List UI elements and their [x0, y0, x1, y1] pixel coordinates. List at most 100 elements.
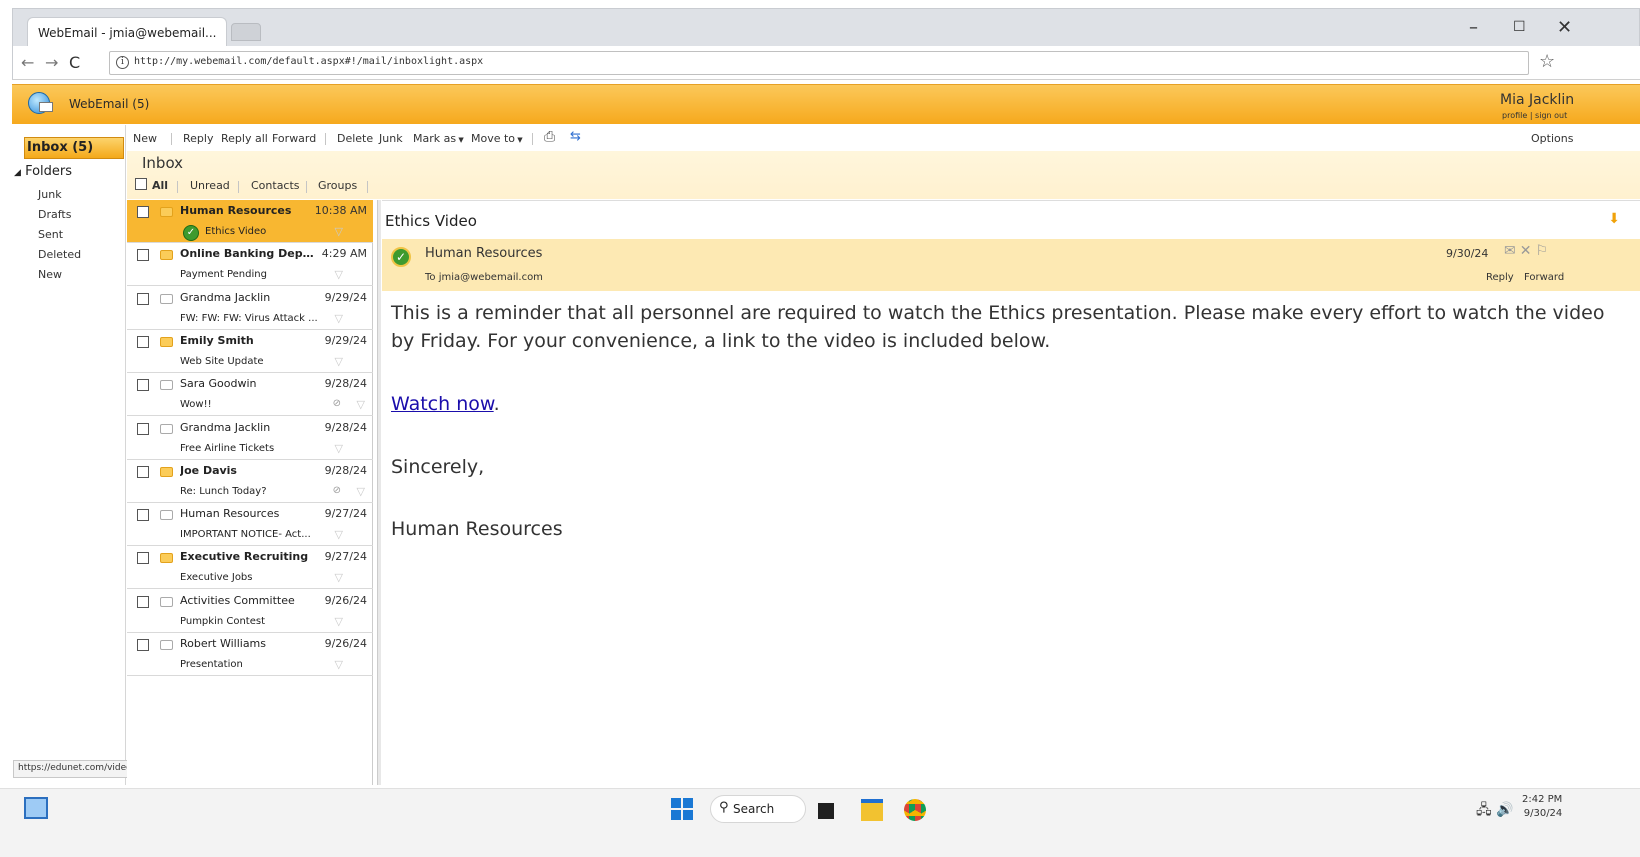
folder-junk[interactable]: Junk — [38, 188, 62, 201]
taskbar-search[interactable]: ⚲ Search — [710, 795, 806, 823]
message-checkbox[interactable] — [137, 292, 149, 305]
options-button[interactable]: Options — [1531, 132, 1573, 145]
folder-sent[interactable]: Sent — [38, 228, 63, 241]
flag-icon[interactable]: ▽ — [335, 658, 343, 671]
flag-icon[interactable]: ⚐ — [1535, 243, 1552, 259]
forward-button[interactable]: Forward — [272, 132, 316, 145]
message-header: ✓ Human Resources To jmia@webemail.com 9… — [382, 239, 1640, 291]
folder-new[interactable]: New — [38, 268, 62, 281]
folder-drafts[interactable]: Drafts — [38, 208, 71, 221]
reply-link[interactable]: Reply — [1486, 272, 1514, 283]
message-date: 9/29/24 — [324, 333, 367, 347]
profile-signout-links[interactable]: profile | sign out — [1502, 111, 1567, 120]
unread-envelope-icon — [160, 336, 173, 347]
maximize-icon[interactable]: ☐ — [1513, 19, 1526, 35]
message-sender: Joe Davis — [180, 463, 237, 477]
message-row[interactable]: Joe Davis 9/28/24 Re: Lunch Today? ⊘ ▽ — [127, 460, 373, 503]
app-taskview-icon[interactable] — [818, 803, 834, 819]
file-explorer-icon[interactable] — [861, 799, 883, 821]
message-to: To jmia@webemail.com — [425, 272, 543, 283]
chrome-icon[interactable] — [904, 799, 926, 821]
widgets-icon[interactable] — [24, 797, 48, 819]
filter-contacts[interactable]: Contacts — [251, 179, 300, 192]
message-row[interactable]: Online Banking Depart... 4:29 AM Payment P… — [127, 243, 373, 287]
message-checkbox[interactable] — [137, 465, 149, 478]
new-tab-button[interactable] — [231, 23, 261, 41]
envelope-icon — [39, 102, 53, 112]
back-icon[interactable]: ← — [21, 53, 34, 72]
folder-deleted[interactable]: Deleted — [38, 248, 81, 261]
flag-icon[interactable]: ▽ — [335, 571, 343, 584]
pane-splitter[interactable] — [377, 200, 381, 785]
reply-button[interactable]: Reply — [183, 132, 213, 145]
flag-icon[interactable]: ▽ — [357, 398, 365, 411]
message-row[interactable]: Grandma Jacklin 9/29/24 FW: FW: FW: Virus … — [127, 287, 373, 330]
message-date: 9/26/24 — [324, 637, 367, 650]
filter-all[interactable]: All — [152, 179, 168, 192]
message-row[interactable]: Executive Recruiting 9/27/24 Executive Job… — [127, 546, 373, 590]
message-subject: IMPORTANT NOTICE- Act... — [180, 529, 311, 541]
message-checkbox[interactable] — [137, 379, 149, 392]
flag-icon[interactable]: ▽ — [357, 485, 365, 498]
forward-link[interactable]: Forward — [1524, 272, 1564, 283]
message-checkbox[interactable] — [137, 249, 149, 262]
flag-icon[interactable]: ▽ — [335, 268, 343, 281]
message-checkbox[interactable] — [137, 422, 149, 435]
flag-icon[interactable]: ▽ — [335, 442, 343, 455]
message-date: 10:38 AM — [314, 204, 367, 217]
network-volume-icon[interactable]: 🖧 🔊 — [1476, 799, 1514, 823]
collapse-triangle-icon[interactable]: ◢ — [14, 168, 21, 178]
select-all-checkbox[interactable] — [135, 178, 147, 190]
message-sender: Online Banking Depart... — [180, 247, 316, 261]
message-row[interactable]: Activities Committee 9/26/24 Pumpkin Conte… — [127, 590, 373, 633]
message-row[interactable]: Emily Smith 9/29/24 Web Site Update ▽ — [127, 330, 373, 373]
folders-heading[interactable]: ◢ Folders — [14, 164, 72, 179]
message-row[interactable]: Sara Goodwin 9/28/24 Wow!! ⊘ ▽ — [127, 373, 373, 417]
filter-groups[interactable]: Groups — [318, 179, 357, 192]
url-input[interactable]: i http://my.webemail.com/default.aspx#!/… — [109, 51, 1529, 75]
reply-all-button[interactable]: Reply all — [221, 132, 268, 145]
flag-icon[interactable]: ▽ — [335, 312, 343, 325]
sync-icon[interactable]: ⇆ — [570, 129, 581, 144]
delete-button[interactable]: Delete — [337, 132, 373, 145]
new-button[interactable]: New — [133, 132, 157, 145]
next-message-arrow-icon[interactable]: ⬇ — [1608, 211, 1620, 227]
toolbar-divider — [532, 133, 533, 145]
mail-toolbar: New Reply Reply all Forward Delete Junk … — [127, 125, 1640, 151]
flag-icon[interactable]: ▽ — [335, 355, 343, 368]
message-row[interactable]: Human Resources 10:38 AM ✓ Ethics Video ▽ — [127, 200, 373, 243]
watch-now-link[interactable]: Watch now — [391, 393, 494, 415]
inbox-folder[interactable]: Inbox (5) — [24, 137, 124, 159]
message-sender: Sara Goodwin — [180, 377, 257, 391]
forward-icon[interactable]: → — [45, 53, 58, 72]
message-checkbox[interactable] — [137, 552, 149, 565]
message-checkbox[interactable] — [137, 335, 149, 348]
mark-as-menu[interactable]: Mark as ▼ — [413, 132, 464, 145]
message-checkbox[interactable] — [137, 595, 149, 608]
mark-read-icon[interactable]: ✉ — [1504, 243, 1520, 259]
clock[interactable]: 2:42 PM 9/30/24 — [1522, 793, 1562, 821]
message-checkbox[interactable] — [137, 639, 149, 651]
message-row[interactable]: Robert Williams 9/26/24 Presentation ▽ — [127, 633, 373, 676]
reload-icon[interactable]: C — [69, 53, 80, 72]
message-checkbox[interactable] — [137, 206, 149, 218]
move-to-menu[interactable]: Move to ▼ — [471, 132, 523, 145]
message-subject: Web Site Update — [180, 355, 264, 367]
filter-unread[interactable]: Unread — [190, 179, 230, 192]
bookmark-star-icon[interactable]: ☆ — [1539, 51, 1555, 72]
flag-icon[interactable]: ▽ — [335, 615, 343, 628]
windows-start-icon[interactable] — [671, 798, 693, 820]
close-window-icon[interactable]: ✕ — [1557, 17, 1572, 38]
message-row[interactable]: Grandma Jacklin 9/28/24 Free Airline Ticke… — [127, 417, 373, 460]
print-icon[interactable]: ⎙ — [544, 129, 555, 145]
flag-icon[interactable]: ▽ — [335, 528, 343, 541]
junk-button[interactable]: Junk — [379, 132, 403, 145]
attachment-icon: ⊘ — [332, 398, 341, 410]
delete-icon[interactable]: ✕ — [1520, 243, 1536, 259]
flag-icon[interactable]: ▽ — [335, 225, 343, 238]
browser-tab[interactable]: WebEmail - jmia@webemail... — [27, 17, 227, 47]
minimize-icon[interactable]: – — [1469, 17, 1478, 38]
message-checkbox[interactable] — [137, 509, 149, 522]
info-icon[interactable]: i — [116, 56, 129, 69]
message-row[interactable]: Human Resources 9/27/24 IMPORTANT NOTICE- … — [127, 503, 373, 547]
